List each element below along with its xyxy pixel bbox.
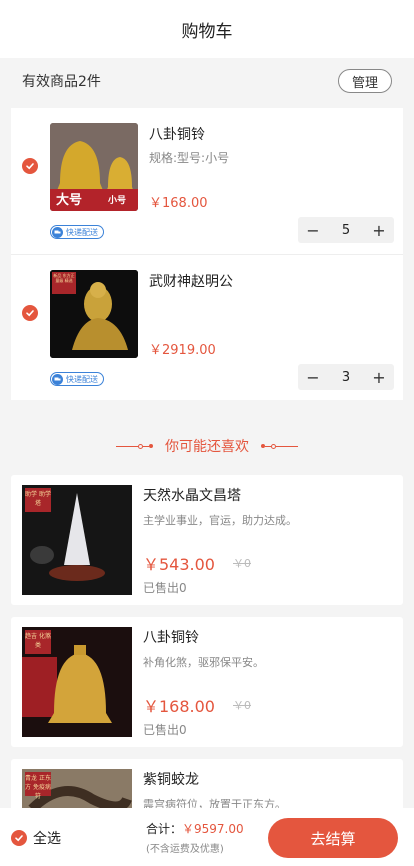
- cart-item: 大号 小号 八卦铜铃 规格:型号:小号 ￥168.00 快递配送 − 5 +: [11, 108, 403, 255]
- product-image-bell[interactable]: 大号 小号: [50, 123, 138, 211]
- select-all-checkbox[interactable]: [11, 830, 27, 846]
- product-tag: 青龙 正东方 免疫病符: [25, 772, 51, 800]
- recommend-card[interactable]: 助学 助学塔 天然水晶文昌塔 主学业事业，官运，助力达成。 ￥543.00 ￥0…: [11, 475, 403, 605]
- shipping-badge: 快递配送: [50, 225, 104, 239]
- select-all-label: 全选: [33, 831, 61, 847]
- original-price: ￥0: [233, 557, 251, 570]
- check-icon: [15, 835, 23, 842]
- product-name[interactable]: 八卦铜铃: [149, 124, 205, 144]
- product-tag: 趋吉 化煞类: [25, 630, 51, 654]
- checkout-bar: 全选 合计：￥9597.00 (不含运费及优惠) 去结算: [0, 808, 414, 866]
- truck-icon: [52, 226, 63, 238]
- page-header: 购物车: [0, 0, 414, 58]
- product-desc: 补角化煞，驱邪保平安。: [143, 656, 264, 669]
- product-name: 紫铜蛟龙: [143, 772, 199, 788]
- check-icon: [26, 310, 34, 317]
- quantity-stepper: − 5 +: [298, 217, 394, 243]
- original-price: ￥0: [233, 699, 251, 712]
- product-image-statue[interactable]: 新品 东方正 量级 精选: [50, 270, 138, 358]
- increase-button[interactable]: +: [364, 364, 394, 390]
- product-image-crystal-tower: 助学 助学塔: [22, 485, 132, 595]
- checkout-button[interactable]: 去结算: [268, 818, 398, 858]
- shipping-badge-label: 快递配送: [66, 227, 98, 237]
- product-image-bell: 趋吉 化煞类: [22, 627, 132, 737]
- valid-items-count: 有效商品2件: [22, 74, 101, 90]
- item-checkbox[interactable]: [22, 305, 38, 321]
- quantity-stepper: − 3 +: [298, 364, 394, 390]
- total-label: 合计：: [146, 822, 183, 836]
- quantity-value[interactable]: 3: [342, 370, 350, 385]
- sold-count: 已售出0: [143, 581, 187, 595]
- thumb-tag: 新品 东方正 量级 精选: [52, 272, 76, 294]
- cart-list: 大号 小号 八卦铜铃 规格:型号:小号 ￥168.00 快递配送 − 5 + 新…: [11, 108, 403, 400]
- check-icon: [26, 163, 34, 170]
- product-price: ￥2919.00: [149, 343, 216, 358]
- product-name: 天然水晶文昌塔: [143, 488, 241, 504]
- thumb-label-small: 小号: [108, 196, 127, 206]
- product-name: 八卦铜铃: [143, 630, 199, 646]
- shipping-badge: 快递配送: [50, 372, 104, 386]
- increase-button[interactable]: +: [364, 217, 394, 243]
- decrease-button[interactable]: −: [298, 217, 328, 243]
- thumb-label-big: 大号: [56, 193, 83, 208]
- truck-icon: [52, 373, 63, 385]
- manage-button[interactable]: 管理: [338, 69, 392, 93]
- select-all[interactable]: 全选: [11, 828, 61, 848]
- total-note: (不含运费及优惠): [146, 844, 224, 855]
- decrease-button[interactable]: −: [298, 364, 328, 390]
- shipping-badge-label: 快递配送: [66, 374, 98, 384]
- total-amount: ￥9597.00: [182, 822, 244, 836]
- recommend-card[interactable]: 趋吉 化煞类 八卦铜铃 补角化煞，驱邪保平安。 ￥168.00 ￥0 已售出0: [11, 617, 403, 747]
- total-price: 合计：￥9597.00: [146, 820, 244, 837]
- page-title: 购物车: [181, 21, 233, 42]
- recommend-title: 你可能还喜欢: [0, 436, 414, 456]
- product-price: ￥543.00: [143, 555, 215, 574]
- product-price: ￥168.00: [149, 196, 208, 211]
- product-desc: 主学业事业，官运，助力达成。: [143, 514, 297, 527]
- recommend-title-text: 你可能还喜欢: [165, 439, 249, 455]
- product-name[interactable]: 武财神赵明公: [149, 271, 233, 291]
- sold-count: 已售出0: [143, 723, 187, 737]
- cart-item: 新品 东方正 量级 精选 武财神赵明公 ￥2919.00 快递配送 − 3 +: [11, 255, 403, 402]
- product-spec: 规格:型号:小号: [149, 151, 230, 165]
- cart-subbar: 有效商品2件 管理: [0, 58, 414, 104]
- decor-right-icon: [261, 443, 298, 449]
- product-tag: 助学 助学塔: [25, 488, 51, 512]
- item-checkbox[interactable]: [22, 158, 38, 174]
- product-price: ￥168.00: [143, 697, 215, 716]
- quantity-value[interactable]: 5: [342, 223, 350, 238]
- decor-left-icon: [116, 443, 153, 449]
